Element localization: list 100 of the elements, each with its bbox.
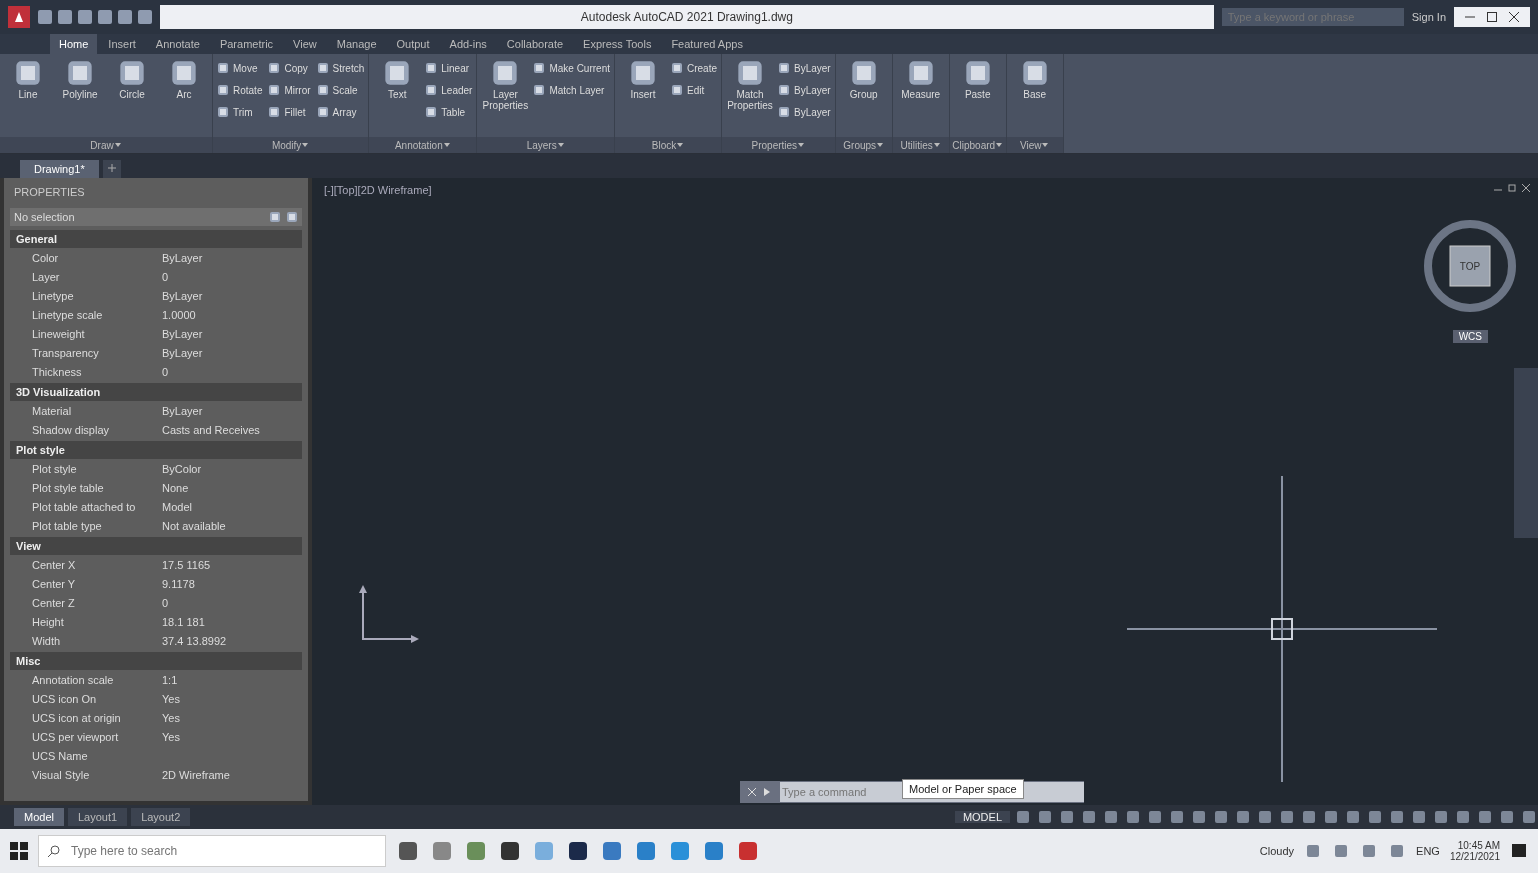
property-value[interactable]: 37.4 13.8992: [162, 634, 302, 647]
tool-button[interactable]: Scale: [316, 79, 365, 101]
tool-button[interactable]: Fillet: [268, 101, 311, 123]
property-label: Layer: [32, 270, 61, 283]
tool-button[interactable]: Edit: [671, 79, 717, 101]
panel-title[interactable]: Layers: [526, 139, 557, 151]
tool-button[interactable]: Measure: [896, 57, 945, 137]
wcs-menu[interactable]: WCS: [1452, 330, 1488, 343]
tool-button[interactable]: Polyline: [56, 57, 104, 137]
tool-button[interactable]: Make Current: [533, 57, 610, 79]
property-value[interactable]: ByColor: [162, 462, 302, 475]
ribbon-tab[interactable]: Express Tools: [574, 34, 661, 54]
tool-button[interactable]: Line: [4, 57, 52, 137]
property-value[interactable]: 9.1178: [162, 577, 302, 590]
tool-button[interactable]: Circle: [108, 57, 156, 137]
model-space-button[interactable]: MODEL: [954, 811, 1010, 823]
sign-in-link[interactable]: Sign In: [1411, 11, 1446, 23]
property-value[interactable]: ByLayer: [162, 327, 302, 340]
tool-button[interactable]: Linear: [425, 57, 473, 79]
tool-button[interactable]: Paste: [953, 57, 1002, 137]
layout-tab[interactable]: Layout2: [131, 808, 191, 826]
section-header[interactable]: Misc: [10, 652, 302, 670]
property-value[interactable]: 18.1 181: [162, 615, 302, 628]
tool-button[interactable]: Copy: [268, 57, 311, 79]
ribbon-tab[interactable]: Annotate: [146, 34, 209, 54]
language-indicator[interactable]: ENG: [1416, 845, 1440, 857]
property-value[interactable]: 2D Wireframe: [162, 768, 302, 781]
section-header[interactable]: Plot style: [10, 441, 302, 459]
ribbon-tab[interactable]: Featured Apps: [662, 34, 752, 54]
property-label: Width: [32, 634, 62, 647]
tool-button[interactable]: Text: [373, 57, 422, 137]
ribbon-tab[interactable]: Collaborate: [497, 34, 573, 54]
tool-button[interactable]: Array: [316, 101, 365, 123]
tool-button[interactable]: Group: [839, 57, 888, 137]
drawing-canvas[interactable]: [-][Top][2D Wireframe] TOP WCS Type a command Model or Paper space: [312, 178, 1538, 805]
weather-text[interactable]: Cloudy: [1259, 845, 1295, 857]
ribbon-tab[interactable]: View: [284, 34, 326, 54]
property-label: UCS icon On: [32, 692, 98, 705]
tool-button[interactable]: Leader: [425, 79, 473, 101]
ribbon-tab[interactable]: Manage: [327, 34, 386, 54]
palette-title: PROPERTIES: [13, 185, 86, 200]
tool-button[interactable]: Stretch: [316, 57, 365, 79]
property-value[interactable]: Casts and Receives: [162, 423, 302, 436]
tool-button[interactable]: Trim: [217, 101, 263, 123]
tool-button[interactable]: Insert: [619, 57, 667, 137]
taskbar-search-field[interactable]: Type here to search: [69, 843, 377, 859]
property-value[interactable]: None: [162, 481, 302, 494]
layout-tab[interactable]: Layout1: [67, 808, 128, 826]
tool-button[interactable]: Table: [425, 101, 473, 123]
property-value[interactable]: Not available: [162, 519, 302, 532]
ribbon-tab[interactable]: Home: [50, 34, 98, 54]
property-label: UCS Name: [32, 749, 89, 762]
ribbon-tab[interactable]: Insert: [99, 34, 145, 54]
file-tab[interactable]: Drawing1*: [20, 160, 99, 178]
property-value[interactable]: 0: [162, 365, 302, 378]
property-value[interactable]: ByLayer: [162, 404, 302, 417]
property-value[interactable]: 17.5 1165: [162, 558, 302, 571]
tool-button[interactable]: Arc: [160, 57, 208, 137]
property-value[interactable]: 0: [162, 270, 302, 283]
tool-button[interactable]: ByLayer: [778, 79, 831, 101]
tool-button[interactable]: Create: [671, 57, 717, 79]
section-header[interactable]: View: [10, 537, 302, 555]
tool-button[interactable]: ByLayer: [778, 57, 831, 79]
property-label: Plot table type: [32, 519, 103, 532]
property-value[interactable]: ByLayer: [162, 346, 302, 359]
property-value[interactable]: Yes: [162, 692, 302, 705]
tool-button[interactable]: Move: [217, 57, 263, 79]
tool-button[interactable]: Match Properties: [726, 57, 774, 137]
layout-tab[interactable]: Model: [14, 808, 64, 826]
tool-button[interactable]: Match Layer: [533, 79, 610, 101]
property-label: Center Z: [32, 596, 76, 609]
property-value[interactable]: 1:1: [162, 673, 302, 686]
taskbar-search-box[interactable]: Type here to search: [38, 835, 386, 867]
property-value[interactable]: 0: [162, 596, 302, 609]
section-header[interactable]: 3D Visualization: [10, 383, 302, 401]
property-value[interactable]: Yes: [162, 711, 302, 724]
property-label: Plot style table: [32, 481, 105, 494]
property-value[interactable]: 1.0000: [162, 308, 302, 321]
property-label: Linetype scale: [32, 308, 104, 321]
panel-title[interactable]: Modify: [271, 139, 302, 151]
ribbon-tab[interactable]: Output: [387, 34, 439, 54]
section-header[interactable]: General: [10, 230, 302, 248]
tool-button[interactable]: Mirror: [268, 79, 311, 101]
viewport-label[interactable]: [-][Top][2D Wireframe]: [324, 184, 432, 196]
property-value[interactable]: Model: [162, 500, 302, 513]
tool-button[interactable]: ByLayer: [778, 101, 831, 123]
property-label: Shadow display: [32, 423, 111, 436]
property-value[interactable]: Yes: [162, 730, 302, 743]
property-label: Lineweight: [32, 327, 86, 340]
panel-title[interactable]: Block: [651, 139, 677, 151]
ribbon-tab[interactable]: Parametric: [210, 34, 283, 54]
ribbon-tab[interactable]: Add-ins: [440, 34, 496, 54]
tool-button[interactable]: Base: [1010, 57, 1059, 137]
selection-dropdown[interactable]: No selection: [10, 208, 302, 226]
tool-button[interactable]: Rotate: [217, 79, 263, 101]
property-value[interactable]: ByLayer: [162, 289, 302, 302]
panel-title[interactable]: Draw: [90, 139, 114, 151]
tool-button[interactable]: Layer Properties: [481, 57, 530, 137]
clock[interactable]: 10:45 AM 12/21/2021: [1449, 840, 1500, 862]
property-value[interactable]: ByLayer: [162, 251, 302, 264]
